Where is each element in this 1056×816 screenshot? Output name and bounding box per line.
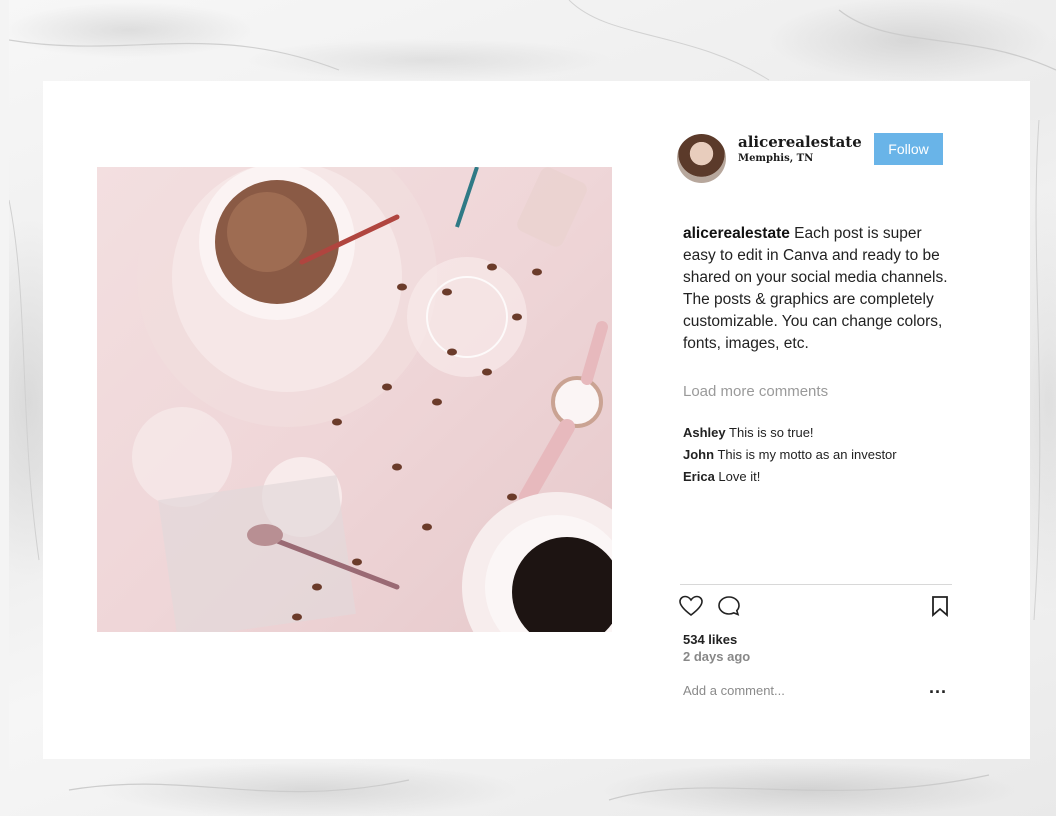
post-location: Memphis, TN xyxy=(738,153,814,164)
post-card: alicerealestate Memphis, TN Follow alice… xyxy=(43,81,1030,759)
comment-text: Love it! xyxy=(714,469,761,484)
comment-item: Ashley This is so true! xyxy=(683,424,897,446)
comment-user[interactable]: Erica xyxy=(683,469,715,484)
post-username[interactable]: alicerealestate xyxy=(738,133,862,151)
comment-text: This is my motto as an investor xyxy=(714,447,897,462)
load-more-comments-link[interactable]: Load more comments xyxy=(683,383,828,400)
comment-bubble-icon[interactable] xyxy=(717,595,741,622)
add-comment-input[interactable] xyxy=(683,681,913,699)
post-caption: alicerealestate Each post is super easy … xyxy=(683,223,955,355)
comment-item: John This is my motto as an investor xyxy=(683,446,897,468)
comment-user[interactable]: Ashley xyxy=(683,425,726,440)
caption-text: Each post is super easy to edit in Canva… xyxy=(683,225,948,352)
likes-count[interactable]: 534 likes xyxy=(683,632,737,647)
coffee-flatlay-illustration xyxy=(132,167,612,632)
more-dots-icon[interactable]: ... xyxy=(929,677,947,698)
post-image[interactable] xyxy=(97,167,612,632)
comment-text: This is so true! xyxy=(725,425,814,440)
comment-item: Erica Love it! xyxy=(683,468,897,490)
post-time: 2 days ago xyxy=(683,649,751,664)
caption-username[interactable]: alicerealestate xyxy=(683,225,790,242)
actions-divider xyxy=(680,584,952,585)
avatar[interactable] xyxy=(677,134,726,183)
follow-button[interactable]: Follow xyxy=(874,133,943,165)
bookmark-icon[interactable] xyxy=(931,595,949,622)
comment-user[interactable]: John xyxy=(683,447,714,462)
heart-icon[interactable] xyxy=(679,595,703,622)
comments-list: Ashley This is so true! John This is my … xyxy=(683,424,897,490)
